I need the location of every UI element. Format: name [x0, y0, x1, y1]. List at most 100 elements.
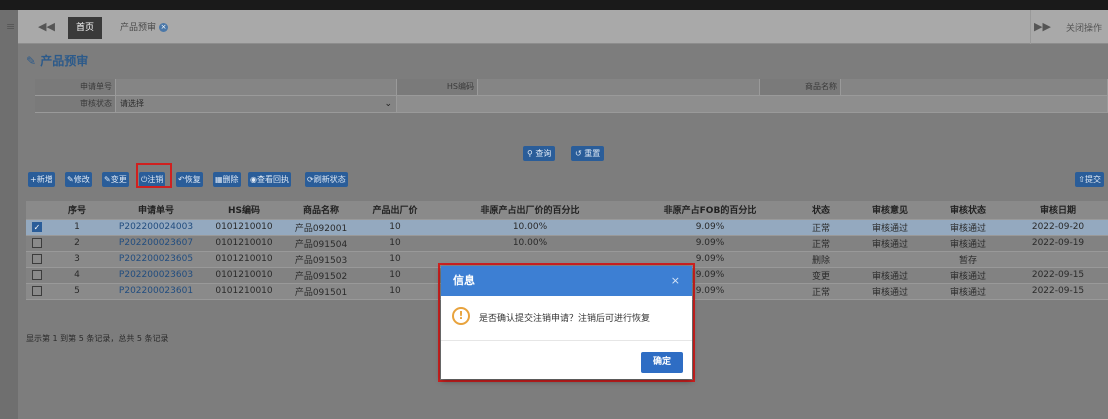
column-header[interactable]: 非原产占FOB的百分比: [630, 201, 790, 220]
checkbox-icon[interactable]: [32, 253, 42, 264]
trash-icon: ▦: [215, 175, 223, 184]
cell-apply-no-link[interactable]: P202200024003: [106, 219, 206, 236]
chevron-down-icon: ⌄: [384, 99, 392, 109]
delete-button[interactable]: ▦删除: [213, 172, 241, 187]
cell-state: 正常: [790, 219, 852, 236]
cell-opinion: 审核通过: [852, 235, 928, 252]
cell-state: 变更: [790, 267, 852, 284]
row-select[interactable]: ✓: [26, 219, 48, 236]
column-header[interactable]: 申请单号: [106, 201, 206, 220]
cell-audit: 审核通过: [928, 219, 1008, 236]
page-title-text: 产品预审: [40, 54, 89, 68]
submit-button[interactable]: ⇧提交: [1075, 172, 1104, 187]
cell-date: [1008, 251, 1108, 268]
row-select[interactable]: [26, 235, 48, 252]
double-right-arrow-icon[interactable]: ▶▶: [1034, 21, 1051, 33]
form-row: 申请单号 HS编码 商品名称: [35, 79, 1108, 96]
row-select[interactable]: [26, 267, 48, 284]
tab-product-precheck[interactable]: 产品预审 ×: [114, 17, 174, 39]
double-left-arrow-icon[interactable]: ◀◀: [38, 21, 55, 33]
cell-state: 删除: [790, 251, 852, 268]
restore-button[interactable]: ↶恢复: [176, 172, 203, 187]
table-row[interactable]: ✓ 1 P202200024003 0101210010 产品092001 10…: [26, 219, 1108, 236]
close-operations-menu[interactable]: 关闭操作: [1066, 21, 1102, 34]
checkbox-checked-icon[interactable]: ✓: [32, 221, 42, 232]
dialog-header: 信息 ×: [441, 266, 692, 296]
cell-audit: 审核通过: [928, 267, 1008, 284]
column-header[interactable]: HS编码: [206, 201, 282, 220]
cell-audit: 审核通过: [928, 283, 1008, 300]
cell-name: 产品091501: [282, 283, 360, 300]
cell-state: 正常: [790, 283, 852, 300]
restore-label: 恢复: [184, 175, 201, 184]
add-button[interactable]: +新增: [28, 172, 55, 187]
column-header[interactable]: 商品名称: [282, 201, 360, 220]
audit-status-select[interactable]: 请选择 ⌄: [116, 96, 397, 112]
edit-button[interactable]: ✎修改: [65, 172, 92, 187]
plus-icon: +: [30, 175, 37, 184]
warning-icon: !: [452, 307, 470, 325]
cell-date: 2022-09-15: [1008, 283, 1108, 300]
cell-no: 4: [48, 267, 106, 284]
cell-hs: 0101210010: [206, 219, 282, 236]
reset-button[interactable]: ↺ 重置: [571, 146, 605, 161]
row-select[interactable]: [26, 251, 48, 268]
query-button[interactable]: ⚲ 查询: [523, 146, 556, 161]
cell-opinion: [852, 251, 928, 268]
form-filler: [397, 96, 1108, 112]
search-icon: ⚲: [527, 149, 533, 158]
view-receipt-button[interactable]: ◉查看回执: [248, 172, 291, 187]
refresh-status-button[interactable]: ⟳刷新状态: [305, 172, 348, 187]
cell-hs: 0101210010: [206, 251, 282, 268]
column-header[interactable]: 审核意见: [852, 201, 928, 220]
eye-icon: ◉: [250, 175, 257, 184]
checkbox-icon[interactable]: [32, 237, 42, 248]
tab-home[interactable]: 首页: [68, 17, 102, 39]
tab-close-icon[interactable]: ×: [159, 23, 169, 32]
query-label: 查询: [535, 149, 552, 158]
checkbox-icon[interactable]: [32, 269, 42, 280]
hs-code-label: HS编码: [397, 79, 478, 95]
cell-pct-ex: 10.00%: [430, 219, 630, 236]
cell-date: 2022-09-19: [1008, 235, 1108, 252]
dialog-title: 信息: [453, 274, 475, 287]
menu-icon[interactable]: ≡: [6, 21, 15, 33]
confirm-dialog: 信息 × ! 是否确认提交注销申请？注销后可进行恢复 确定: [441, 266, 692, 379]
column-header[interactable]: 状态: [790, 201, 852, 220]
apply-no-label: 申请单号: [35, 79, 116, 95]
cell-name: 产品091503: [282, 251, 360, 268]
checkbox-icon[interactable]: [32, 285, 42, 296]
confirm-button[interactable]: 确定: [641, 352, 683, 373]
row-select[interactable]: [26, 283, 48, 300]
column-header[interactable]: 产品出厂价: [360, 201, 430, 220]
cell-price: 10: [360, 219, 430, 236]
cell-hs: 0101210010: [206, 283, 282, 300]
apply-no-input[interactable]: [116, 79, 397, 95]
close-icon[interactable]: ×: [671, 266, 680, 296]
table-row[interactable]: 2 P202200023607 0101210010 产品091504 10 1…: [26, 235, 1108, 252]
column-header[interactable]: 非原产占出厂价的百分比: [430, 201, 630, 220]
cell-no: 3: [48, 251, 106, 268]
cell-apply-no-link[interactable]: P202200023607: [106, 235, 206, 252]
cell-price: 10: [360, 267, 430, 284]
hs-code-input[interactable]: [478, 79, 760, 95]
header-select: [26, 201, 48, 220]
cell-pct-fob: 9.09%: [630, 235, 790, 252]
change-button[interactable]: ✎变更: [102, 172, 129, 187]
cell-opinion: 审核通过: [852, 283, 928, 300]
cell-opinion: 审核通过: [852, 219, 928, 236]
cell-apply-no-link[interactable]: P202200023601: [106, 283, 206, 300]
column-header[interactable]: 审核状态: [928, 201, 1008, 220]
cell-price: 10: [360, 251, 430, 268]
cell-opinion: 审核通过: [852, 267, 928, 284]
column-header[interactable]: 审核日期: [1008, 201, 1108, 220]
cell-name: 产品091504: [282, 235, 360, 252]
cell-apply-no-link[interactable]: P202200023603: [106, 267, 206, 284]
refresh-label: 刷新状态: [313, 175, 346, 184]
cell-name: 产品092001: [282, 219, 360, 236]
view-receipt-label: 查看回执: [256, 175, 289, 184]
cell-pct-ex: 10.00%: [430, 235, 630, 252]
goods-name-input[interactable]: [841, 79, 1108, 95]
cell-apply-no-link[interactable]: P202200023605: [106, 251, 206, 268]
pagination-info: 显示第 1 到第 5 条记录，总共 5 条记录: [26, 334, 169, 343]
